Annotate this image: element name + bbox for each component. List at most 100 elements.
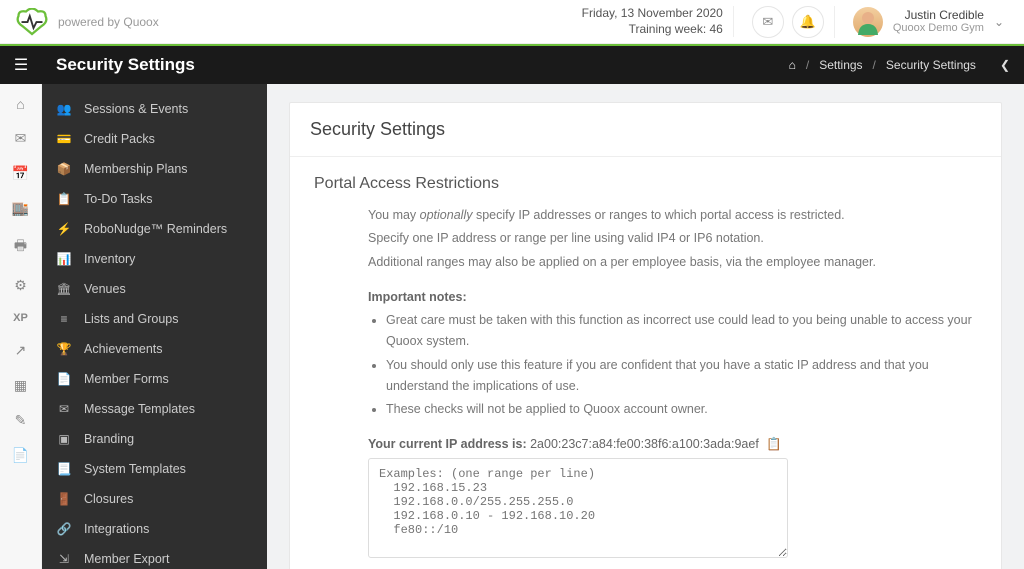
chevron-left-icon[interactable]: ❮: [1000, 58, 1010, 72]
mail-icon[interactable]: ✉: [752, 6, 784, 38]
sidebar-item-closures[interactable]: 🚪 Closures: [42, 484, 267, 514]
sidebar-icon: 🔗: [56, 522, 72, 536]
sidebar-item-label: To-Do Tasks: [84, 192, 153, 206]
ip-ranges-input[interactable]: [368, 458, 788, 558]
bell-icon[interactable]: 🔔: [792, 6, 824, 38]
sidebar-icon: 📃: [56, 462, 72, 476]
user-org: Quoox Demo Gym: [893, 22, 984, 35]
rail-cogs-icon[interactable]: ⚙: [0, 277, 41, 294]
date-line: Friday, 13 November 2020: [582, 6, 723, 22]
desc-line-3: Additional ranges may also be applied on…: [368, 252, 977, 273]
training-week: Training week: 46: [582, 22, 723, 38]
sidebar-item-label: Member Forms: [84, 372, 169, 386]
sidebar-item-membership-plans[interactable]: 📦 Membership Plans: [42, 154, 267, 184]
description-block: You may optionally specify IP addresses …: [368, 205, 977, 456]
top-header: powered by Quoox Friday, 13 November 202…: [0, 0, 1024, 44]
crumb-settings[interactable]: Settings: [819, 58, 862, 72]
rail-xp-icon[interactable]: XP: [0, 312, 41, 324]
sidebar-icon: 💳: [56, 132, 72, 146]
sidebar-icon: ▣: [56, 432, 72, 446]
sidebar-item-branding[interactable]: ▣ Branding: [42, 424, 267, 454]
page-title: Security Settings: [42, 55, 195, 75]
sidebar-item-label: Credit Packs: [84, 132, 155, 146]
sidebar-item-label: Member Export: [84, 552, 169, 566]
icon-rail: ⌂ ✉ 📅 🏬 🖶 ⚙ XP ↗ ▦ ✎ 📄: [0, 84, 42, 569]
content-area: Security Settings Portal Access Restrict…: [267, 84, 1024, 569]
breadcrumb: ⌂ / Settings / Security Settings ❮: [789, 58, 1024, 72]
sub-header: ☰ Security Settings ⌂ / Settings / Secur…: [0, 44, 1024, 84]
sidebar-item-system-templates[interactable]: 📃 System Templates: [42, 454, 267, 484]
rail-share-icon[interactable]: ↗: [0, 342, 41, 359]
sidebar-item-label: Integrations: [84, 522, 149, 536]
sidebar-item-lists-and-groups[interactable]: ≡ Lists and Groups: [42, 304, 267, 334]
sidebar-item-label: Inventory: [84, 252, 135, 266]
desc-line-1: You may optionally specify IP addresses …: [368, 205, 977, 226]
panel-heading: Security Settings: [310, 119, 981, 140]
date-block: Friday, 13 November 2020 Training week: …: [582, 6, 734, 37]
sidebar-item-credit-packs[interactable]: 💳 Credit Packs: [42, 124, 267, 154]
ip-value: 2a00:23c7:a84:fe00:38f6:a100:3ada:9aef: [530, 437, 759, 451]
sidebar-icon: ⚡: [56, 222, 72, 236]
avatar: [853, 7, 883, 37]
rail-doc-icon[interactable]: 📄: [0, 447, 41, 464]
rail-mail-icon[interactable]: ✉: [0, 130, 41, 147]
burger-icon[interactable]: ☰: [0, 55, 42, 75]
sidebar-item-label: Venues: [84, 282, 126, 296]
chevron-down-icon: ⌄: [994, 15, 1004, 29]
sidebar-icon: 🏆: [56, 342, 72, 356]
user-menu[interactable]: Justin Credible Quoox Demo Gym ⌄: [853, 7, 1010, 37]
sidebar-item-sessions-events[interactable]: 👥 Sessions & Events: [42, 94, 267, 124]
sidebar-item-achievements[interactable]: 🏆 Achievements: [42, 334, 267, 364]
sidebar-item-message-templates[interactable]: ✉ Message Templates: [42, 394, 267, 424]
desc-line-2: Specify one IP address or range per line…: [368, 228, 977, 249]
note-item: You should only use this feature if you …: [386, 355, 977, 398]
sidebar-item-venues[interactable]: 🏛 Venues: [42, 274, 267, 304]
logo-block: powered by Quoox: [14, 8, 159, 36]
crumb-security: Security Settings: [886, 58, 976, 72]
ip-line: Your current IP address is: 2a00:23c7:a8…: [368, 434, 977, 455]
logo-icon: [14, 8, 50, 36]
sidebar-icon: 🏛: [56, 282, 72, 296]
sidebar-item-label: RoboNudge™ Reminders: [84, 222, 227, 236]
sidebar-item-label: System Templates: [84, 462, 186, 476]
rail-grid-icon[interactable]: ▦: [0, 377, 41, 394]
sidebar-item-to-do-tasks[interactable]: 📋 To-Do Tasks: [42, 184, 267, 214]
sidebar-icon: 📋: [56, 192, 72, 206]
rail-home-icon[interactable]: ⌂: [0, 96, 41, 112]
sidebar-icon: 🚪: [56, 492, 72, 506]
section-title: Portal Access Restrictions: [314, 175, 977, 193]
sidebar-item-label: Membership Plans: [84, 162, 188, 176]
sidebar-icon: ≡: [56, 312, 72, 326]
rail-brush-icon[interactable]: ✎: [0, 412, 41, 429]
home-icon[interactable]: ⌂: [789, 58, 796, 72]
copy-icon[interactable]: 📋: [766, 437, 782, 451]
important-label: Important notes:: [368, 287, 977, 308]
sidebar-icon: 📄: [56, 372, 72, 386]
sidebar-item-inventory[interactable]: 📊 Inventory: [42, 244, 267, 274]
sidebar-item-label: Lists and Groups: [84, 312, 179, 326]
note-item: Great care must be taken with this funct…: [386, 310, 977, 353]
security-panel: Security Settings Portal Access Restrict…: [289, 102, 1002, 569]
sidebar-icon: 📊: [56, 252, 72, 266]
sidebar-item-label: Achievements: [84, 342, 163, 356]
sidebar-item-label: Sessions & Events: [84, 102, 188, 116]
sidebar-item-robonudge-reminders[interactable]: ⚡ RoboNudge™ Reminders: [42, 214, 267, 244]
sidebar-icon: 👥: [56, 102, 72, 116]
sidebar-icon: ✉: [56, 402, 72, 416]
sidebar-item-label: Message Templates: [84, 402, 195, 416]
sidebar-icon: ⇲: [56, 552, 72, 566]
sidebar-item-integrations[interactable]: 🔗 Integrations: [42, 514, 267, 544]
sidebar-item-member-export[interactable]: ⇲ Member Export: [42, 544, 267, 569]
rail-store-icon[interactable]: 🏬: [0, 200, 41, 217]
sidebar-icon: 📦: [56, 162, 72, 176]
user-name: Justin Credible: [893, 8, 984, 22]
notes-list: Great care must be taken with this funct…: [386, 310, 977, 420]
powered-by-label: powered by Quoox: [58, 15, 159, 29]
sidebar-item-label: Branding: [84, 432, 134, 446]
sidebar-item-label: Closures: [84, 492, 133, 506]
note-item: These checks will not be applied to Quoo…: [386, 399, 977, 420]
settings-sidebar: 👥 Sessions & Events 💳 Credit Packs 📦 Membersh…: [42, 84, 267, 569]
rail-print-icon[interactable]: 🖶: [0, 235, 41, 259]
rail-calendar-icon[interactable]: 📅: [0, 165, 41, 182]
sidebar-item-member-forms[interactable]: 📄 Member Forms: [42, 364, 267, 394]
